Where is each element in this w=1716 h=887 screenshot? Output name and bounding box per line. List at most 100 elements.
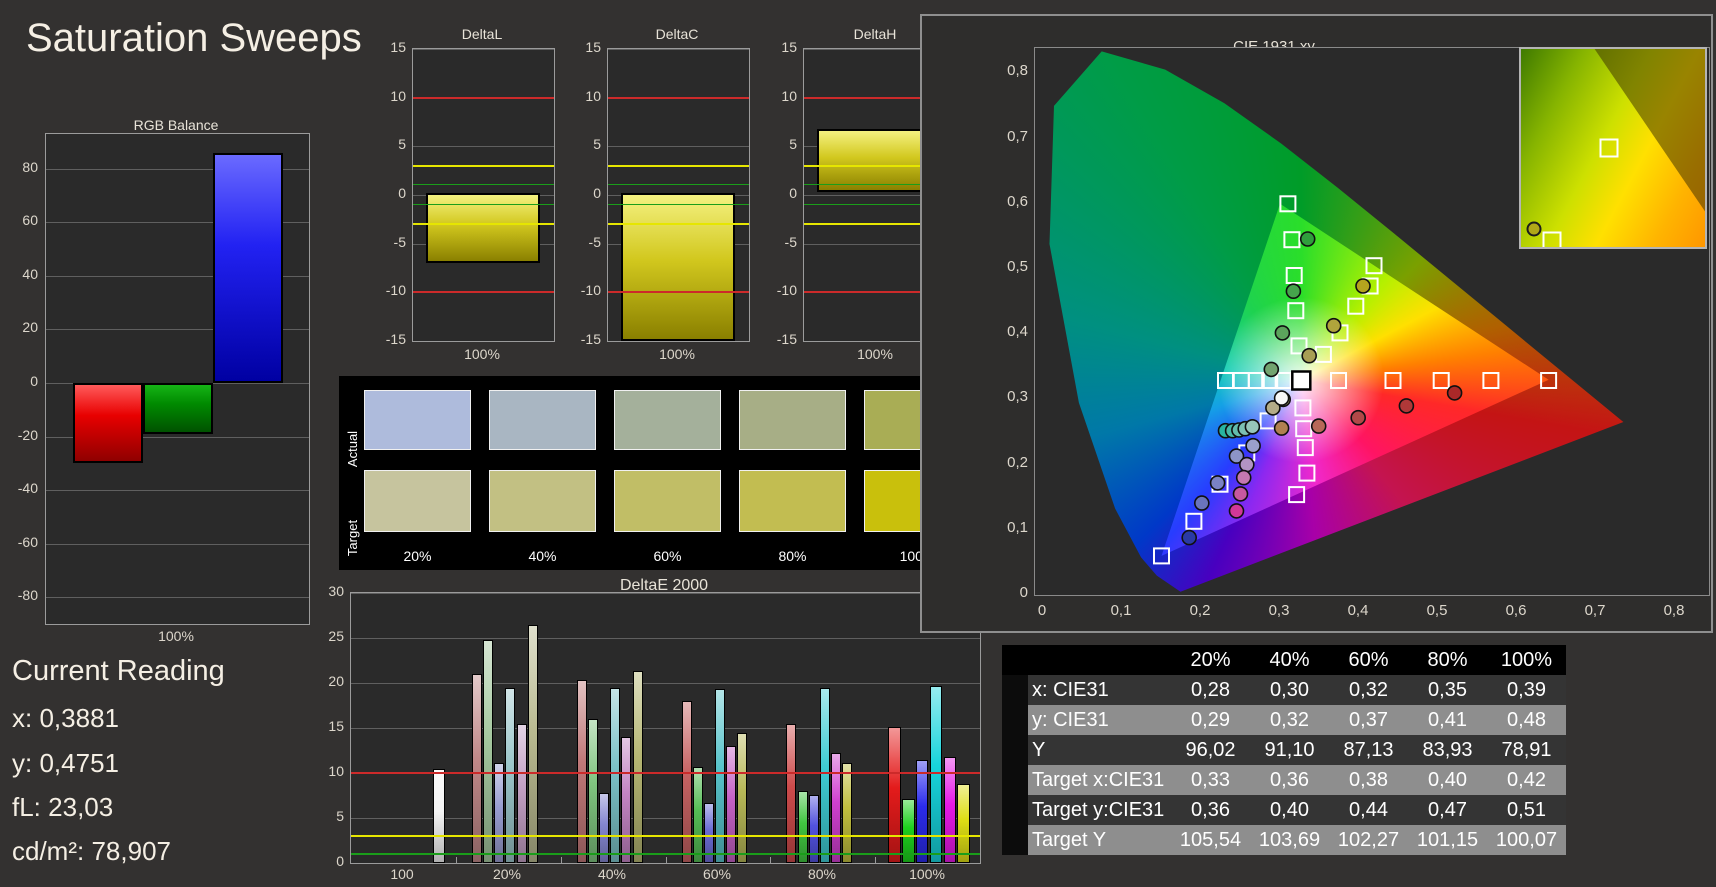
rgb-balance-title: RGB Balance [133,117,219,133]
ytick-label: -80 [17,587,38,604]
ytick-label: 5 [336,808,344,824]
table-cell: 0,44 [1349,798,1388,821]
target-square-marker [1432,372,1450,389]
measurement-dot-marker [1299,231,1316,247]
target-square-marker [1283,231,1301,249]
reference-line [413,223,554,226]
cie-1931-panel[interactable]: CIE 1931 xy 00,10,20,30,40,50,60,70,8 00… [920,14,1713,633]
reference-line [608,291,749,294]
gridline [351,728,980,729]
actual-swatch [489,390,596,450]
measurement-dot-marker [1350,409,1367,426]
target-square-marker [1279,195,1297,213]
table-row-label: x: CIE31 [1032,678,1109,701]
measurement-dot-marker [1274,325,1291,341]
cie-ytick-label: 0,8 [1007,62,1028,80]
table-cell: 0,47 [1428,798,1467,821]
table-row: Target x:CIE31 0,33 0,36 0,38 0,40 0,42 [1002,765,1566,795]
cie-ytick-label: 0,3 [1007,388,1028,406]
ytick-label: -10 [776,282,797,299]
inset-measurement-dot-icon [1526,221,1542,237]
actual-swatch [364,390,471,450]
deltaE-bar [842,763,853,863]
saturation-table[interactable]: 20% 40% 60% 80% 100% x: CIE31 0,28 0,30 0,32 0,35… [1002,645,1566,855]
table-row-label: Y [1032,738,1046,761]
deltaE-group-label: 60% [702,866,732,882]
target-square-marker [1294,399,1312,417]
table-cell: 103,69 [1258,828,1321,851]
deltaC-xlabel: 100% [659,346,695,362]
measurement-dot-marker [1325,317,1342,334]
reference-line [608,184,749,186]
ytick-label: -15 [385,331,406,347]
measurement-dot-marker [1235,469,1252,486]
measurement-dot-marker [1245,437,1261,454]
cie-ytick-label: 0,5 [1007,258,1028,275]
deltaE-bar [737,732,748,863]
reference-line [413,164,554,167]
deltaE-group-label: 80% [807,866,837,882]
table-row-label: Target x:CIE31 [1032,768,1165,791]
table-row: Y 96,02 91,10 87,13 83,93 78,91 [1002,735,1566,765]
deltaE-bar [831,753,841,863]
deltaE-bar [433,769,445,863]
reference-line [413,96,554,99]
gridline [413,341,554,342]
deltaE-bar [915,759,929,863]
measurement-dot-marker [1273,390,1290,406]
measurement-dot-marker [1273,420,1290,436]
ytick-label: 5 [593,136,601,153]
measurement-dot-marker [1301,347,1318,364]
current-reading-block: Current Reading x: 0,3881 y: 0,4751 fL: … [12,655,225,867]
ytick-label: 10 [390,87,406,104]
cie-xtick-label: 0,5 [1426,602,1448,619]
table-column-header: 20% [1190,648,1231,671]
table-row: Target Y 105,54 103,69 102,27 101,15 100,07 [1002,825,1566,855]
target-square-marker [1384,372,1402,389]
reference-line [413,291,554,294]
gridline [351,818,980,819]
reference-line [608,96,749,99]
gridline [351,683,980,684]
target-square-marker [1232,372,1250,389]
deltaE-bar [692,766,703,863]
table-row-label: Target y:CIE31 [1032,798,1165,821]
swatch-column-label: 20% [403,548,432,564]
measurement-dot-marker [1263,361,1280,378]
swatch-column-label: 40% [528,548,557,564]
table-cell: 0,41 [1428,708,1467,731]
table-cell: 0,32 [1349,678,1388,701]
reference-line [608,223,749,226]
ytick-label: 30 [328,583,344,599]
ytick-label: 20 [22,319,38,336]
target-swatch [739,470,846,532]
gridline [46,490,309,492]
measurement-dot-marker [1239,456,1255,473]
target-square-marker [1288,486,1306,504]
cie-xtick-label: 0 [1037,602,1047,619]
cie-ytick-label: 0,1 [1007,518,1028,536]
swatch-comparison-panel[interactable]: Actual Target 20% 40% 60% 80% 100% [339,376,981,570]
deltaE-bar [888,727,901,863]
page-title: Saturation Sweeps [26,16,362,60]
ytick-label: -20 [17,426,38,443]
measurement-dot-marker [1310,418,1327,434]
measurement-dot-marker [1285,283,1302,299]
ytick-label: -15 [580,331,601,347]
ytick-label: 15 [328,718,344,734]
cie-zoom-inset[interactable] [1519,47,1707,249]
table-cell: 0,33 [1191,768,1230,791]
reading-y: y: 0,4751 [12,748,119,778]
ytick-label: -10 [385,282,406,299]
table-row-label: Target Y [1032,828,1107,851]
deltaE-bar [483,639,493,863]
table-cell: 0,40 [1270,798,1309,821]
gridline [413,146,554,148]
rgb-bar-green [143,383,213,434]
table-cell: 0,30 [1270,678,1309,701]
table-cell: 96,02 [1185,738,1236,761]
table-cell: 0,28 [1191,678,1230,701]
gridline [46,597,309,599]
table-row: y: CIE31 0,29 0,32 0,37 0,41 0,48 [1002,705,1566,735]
measurement-dot-marker [1355,278,1371,294]
